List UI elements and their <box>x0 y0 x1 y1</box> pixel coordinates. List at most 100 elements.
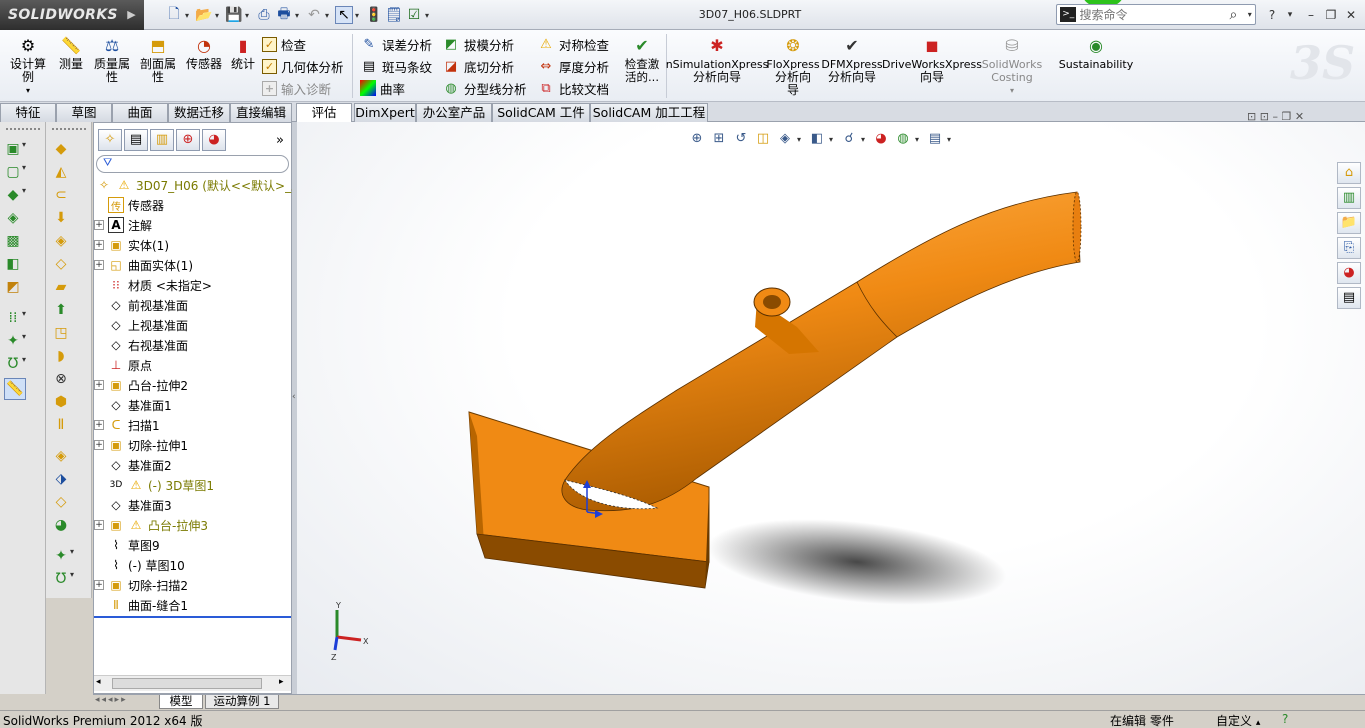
chamfer-icon[interactable]: ⬆ <box>52 301 70 319</box>
dfmxpress-button[interactable]: ✔ DFMXpress 分析向导 <box>821 34 882 100</box>
scroll-thumb[interactable] <box>112 678 262 689</box>
print-icon[interactable]: 🖶 <box>275 6 293 24</box>
shaded-icon[interactable]: ◧ <box>4 255 22 273</box>
expand-panel-icon[interactable]: » <box>276 133 284 148</box>
select-arrow-icon[interactable]: ↖ <box>335 6 353 24</box>
scroll-left-icon[interactable]: ◂ <box>96 677 101 687</box>
tree-item-surface-bodies[interactable]: + ◱ 曲面实体(1) <box>94 255 193 275</box>
tab-dimxpert[interactable]: DimXpert <box>354 103 416 122</box>
swept-boss-icon[interactable]: ⊂ <box>52 186 70 204</box>
collapse-panel-icon[interactable]: ‹ <box>292 392 296 402</box>
section-properties-button[interactable]: ⬒ 剖面属性 <box>138 34 178 100</box>
tab-data-migration[interactable]: 数据迁移 <box>168 103 230 122</box>
tab-sketch[interactable]: 草图 <box>56 103 112 122</box>
driveworksxpress-button[interactable]: ◼ DriveWorksXpress 向导 <box>882 34 982 100</box>
zebra-stripes-button[interactable]: ▤ 斑马条纹 <box>360 55 432 77</box>
custom-properties-icon[interactable]: ▤ <box>1337 287 1361 309</box>
instant3d-dropdown-icon[interactable]: ▾ <box>70 547 78 565</box>
feature-manager-tab-icon[interactable]: ✧ <box>98 129 122 151</box>
design-library-icon[interactable]: ▥ <box>1337 187 1361 209</box>
help-dropdown-icon[interactable]: ▾ <box>1281 6 1299 24</box>
check-button[interactable]: ✓ 检查 <box>262 33 344 55</box>
tab-motion-study-1[interactable]: 运动算例 1 <box>205 695 279 709</box>
tab-model[interactable]: 模型 <box>159 695 203 709</box>
undercut-analysis-button[interactable]: ◪ 底切分析 <box>442 55 527 77</box>
measure-button[interactable]: 📏 测量 <box>56 34 86 100</box>
tab-scroll-arrows-icon[interactable]: ◂◂◂▸▸ <box>95 695 128 705</box>
solidworks-resources-icon[interactable]: ⌂ <box>1337 162 1361 184</box>
simulationxpress-button[interactable]: ✱ nSimulationXpress 分析向导 <box>666 34 769 100</box>
view-settings-icon[interactable]: ◆ <box>4 186 22 204</box>
sensor-button[interactable]: ◔ 传感器 <box>184 34 224 100</box>
measure-tool-icon[interactable]: 📏 <box>4 378 26 400</box>
expand-icon[interactable]: + <box>94 520 104 530</box>
tab-surfaces[interactable]: 曲面 <box>112 103 168 122</box>
appearance-dropdown-icon[interactable]: ▾ <box>22 332 30 350</box>
save-icon[interactable]: 💾 <box>225 6 243 24</box>
expand-icon[interactable]: + <box>94 420 104 430</box>
tab-office-products[interactable]: 办公室产品 <box>416 103 492 122</box>
dimxpert-manager-tab-icon[interactable]: ⊕ <box>176 129 200 151</box>
instant3d-icon[interactable]: ✦ <box>52 547 70 565</box>
restore-icon[interactable]: ❐ <box>1322 6 1340 24</box>
open-dropdown-icon[interactable]: ▾ <box>215 11 223 20</box>
parting-line-analysis-button[interactable]: ◍ 分型线分析 <box>442 77 526 99</box>
view-palette-icon[interactable]: ⎘ <box>1337 237 1361 259</box>
print-preview-icon[interactable]: ⎙ <box>255 6 273 24</box>
search-input[interactable] <box>1079 7 1230 22</box>
view-settings-dropdown-icon[interactable]: ▾ <box>22 186 30 204</box>
mirror-icon[interactable]: ◈ <box>52 447 70 465</box>
options-dropdown-icon[interactable]: ▾ <box>425 11 433 20</box>
extruded-cut-icon[interactable]: ◇ <box>52 255 70 273</box>
appearances-scenes-icon[interactable]: ◕ <box>1337 262 1361 284</box>
configuration-manager-tab-icon[interactable]: ▥ <box>150 129 174 151</box>
curvature-button[interactable]: 曲率 <box>360 77 432 99</box>
print-dropdown-icon[interactable]: ▾ <box>295 11 303 20</box>
view-orientation-dropdown-icon[interactable]: ▾ <box>22 140 30 158</box>
new-icon[interactable]: 🗋 <box>165 6 183 24</box>
design-study-button[interactable]: ⚙ 设计算例 ▾ <box>6 34 50 100</box>
camera-icon[interactable]: ◩ <box>4 278 22 296</box>
edit-appearance-icon[interactable]: ✦ <box>4 332 22 350</box>
tab-solidcam-part[interactable]: SolidCAM 工件 <box>492 103 590 122</box>
scroll-right-icon[interactable]: ▸ <box>279 677 284 687</box>
boundary-boss-icon[interactable]: ◈ <box>52 232 70 250</box>
undo-icon[interactable]: ↶ <box>305 6 323 24</box>
draft-icon[interactable]: ⊗ <box>52 370 70 388</box>
apply-scene-icon[interactable]: ◈ <box>4 209 22 227</box>
tree-item-boss-extrude2[interactable]: + ▣ 凸台-拉伸2 <box>94 375 188 395</box>
lofted-boss-icon[interactable]: ⬇ <box>52 209 70 227</box>
tree-item-right-plane[interactable]: ◇ 右视基准面 <box>94 335 188 355</box>
tree-item-surface-knit1[interactable]: Ⅱ 曲面-缝合1 <box>94 595 188 615</box>
display-style-icon[interactable]: ▢ <box>4 163 22 181</box>
tree-item-sensors[interactable]: 传传感器 <box>94 195 164 215</box>
tree-item-top-plane[interactable]: ◇ 上视基准面 <box>94 315 188 335</box>
tree-item-plane3[interactable]: ◇ 基准面3 <box>94 495 171 515</box>
extruded-boss-icon[interactable]: ◆ <box>52 140 70 158</box>
curved-swept-tube[interactable] <box>561 191 1081 512</box>
tree-item-sketch9[interactable]: ⌇ 草图9 <box>94 535 160 555</box>
tab-direct-editing[interactable]: 直接编辑 <box>230 103 292 122</box>
shell-icon[interactable]: ◳ <box>52 324 70 342</box>
expand-icon[interactable]: + <box>94 240 104 250</box>
part-model-render[interactable]: Y X Z <box>297 122 1365 694</box>
floxpress-button[interactable]: ❂ FloXpress 分析向 导 <box>766 34 819 100</box>
tree-item-boss-extrude3[interactable]: + ▣ ⚠ 凸台-拉伸3 <box>94 515 208 535</box>
toolbar-grip[interactable] <box>6 128 40 131</box>
tree-item-3dsketch1[interactable]: 3D ⚠ (-) 3D草图1 <box>94 475 214 495</box>
search-box[interactable]: >_ ⌕ ▾ <box>1056 4 1256 25</box>
revolved-boss-icon[interactable]: ◭ <box>52 163 70 181</box>
linear-pattern-icon[interactable]: ⬗ <box>52 470 70 488</box>
tree-item-sweep1[interactable]: + ᑕ 扫描1 <box>94 415 160 435</box>
units-system-selector[interactable]: 自定义 ▴ <box>1216 712 1260 728</box>
section-view-icon[interactable]: ▩ <box>4 232 22 250</box>
tab-solidcam-machining[interactable]: SolidCAM 加工工程 <box>590 103 708 122</box>
tree-item-sketch10[interactable]: ⌇ (-) 草图10 <box>94 555 185 575</box>
search-dropdown-icon[interactable]: ▾ <box>1248 10 1255 19</box>
tree-item-cut-sweep2[interactable]: + ▣ 切除-扫描2 <box>94 575 188 595</box>
expand-icon[interactable]: + <box>94 380 104 390</box>
curve-tool-dropdown-icon[interactable]: ▾ <box>70 570 78 588</box>
toolbar-grip[interactable] <box>52 128 86 131</box>
file-properties-icon[interactable]: 🗒 <box>385 6 403 24</box>
costing-button[interactable]: ⛁ SolidWorks Costing ▾ <box>982 34 1042 100</box>
